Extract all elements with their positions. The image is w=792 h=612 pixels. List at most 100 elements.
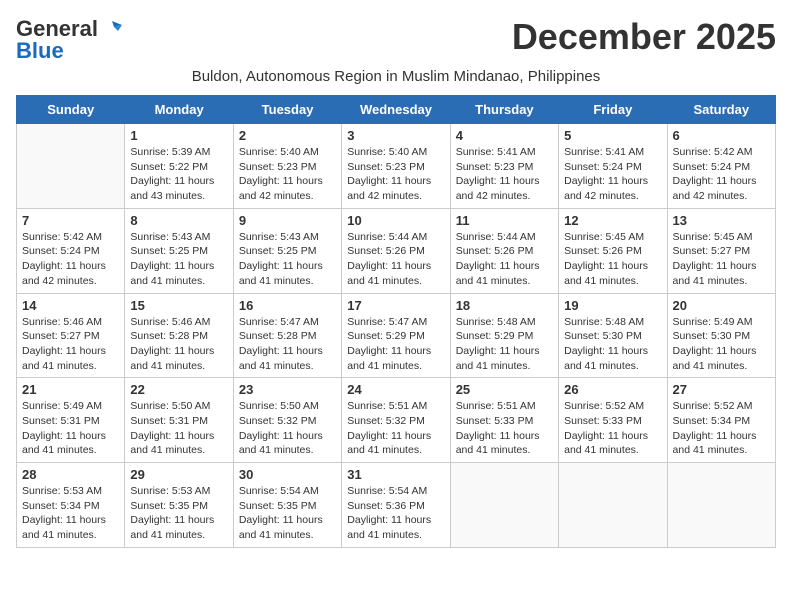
table-row [667,463,775,548]
sunset-text: Sunset: 5:34 PM [22,500,100,512]
sunrise-text: Sunrise: 5:52 AM [564,400,644,412]
sunrise-text: Sunrise: 5:53 AM [22,485,102,497]
daylight-text: Daylight: 11 hours and 41 minutes. [456,345,540,372]
sunset-text: Sunset: 5:26 PM [347,245,425,257]
day-number: 13 [673,213,770,228]
daylight-text: Daylight: 11 hours and 41 minutes. [239,260,323,287]
table-row: 15 Sunrise: 5:46 AM Sunset: 5:28 PM Dayl… [125,293,233,378]
table-row: 17 Sunrise: 5:47 AM Sunset: 5:29 PM Dayl… [342,293,450,378]
table-row: 12 Sunrise: 5:45 AM Sunset: 5:26 PM Dayl… [559,208,667,293]
daylight-text: Daylight: 11 hours and 41 minutes. [22,345,106,372]
header-monday: Monday [125,96,233,124]
day-info: Sunrise: 5:48 AM Sunset: 5:29 PM Dayligh… [456,315,553,374]
daylight-text: Daylight: 11 hours and 41 minutes. [347,514,431,541]
day-info: Sunrise: 5:48 AM Sunset: 5:30 PM Dayligh… [564,315,661,374]
sunset-text: Sunset: 5:27 PM [22,330,100,342]
sunset-text: Sunset: 5:23 PM [456,161,534,173]
table-row: 26 Sunrise: 5:52 AM Sunset: 5:33 PM Dayl… [559,378,667,463]
sunrise-text: Sunrise: 5:41 AM [564,146,644,158]
sunrise-text: Sunrise: 5:46 AM [22,316,102,328]
day-number: 2 [239,128,336,143]
calendar-week-row: 14 Sunrise: 5:46 AM Sunset: 5:27 PM Dayl… [17,293,776,378]
table-row: 21 Sunrise: 5:49 AM Sunset: 5:31 PM Dayl… [17,378,125,463]
header-saturday: Saturday [667,96,775,124]
day-info: Sunrise: 5:51 AM Sunset: 5:33 PM Dayligh… [456,399,553,458]
day-info: Sunrise: 5:42 AM Sunset: 5:24 PM Dayligh… [673,145,770,204]
daylight-text: Daylight: 11 hours and 41 minutes. [347,345,431,372]
sunset-text: Sunset: 5:24 PM [564,161,642,173]
sunset-text: Sunset: 5:28 PM [239,330,317,342]
sunset-text: Sunset: 5:24 PM [673,161,751,173]
table-row: 30 Sunrise: 5:54 AM Sunset: 5:35 PM Dayl… [233,463,341,548]
sunset-text: Sunset: 5:36 PM [347,500,425,512]
day-info: Sunrise: 5:52 AM Sunset: 5:33 PM Dayligh… [564,399,661,458]
table-row: 29 Sunrise: 5:53 AM Sunset: 5:35 PM Dayl… [125,463,233,548]
day-info: Sunrise: 5:44 AM Sunset: 5:26 PM Dayligh… [456,230,553,289]
calendar-week-row: 1 Sunrise: 5:39 AM Sunset: 5:22 PM Dayli… [17,124,776,209]
daylight-text: Daylight: 11 hours and 41 minutes. [130,345,214,372]
day-number: 23 [239,382,336,397]
table-row: 1 Sunrise: 5:39 AM Sunset: 5:22 PM Dayli… [125,124,233,209]
table-row: 7 Sunrise: 5:42 AM Sunset: 5:24 PM Dayli… [17,208,125,293]
day-number: 18 [456,298,553,313]
daylight-text: Daylight: 11 hours and 42 minutes. [347,175,431,202]
page-header: General Blue December 2025 [16,16,776,64]
table-row: 6 Sunrise: 5:42 AM Sunset: 5:24 PM Dayli… [667,124,775,209]
sunset-text: Sunset: 5:28 PM [130,330,208,342]
table-row: 16 Sunrise: 5:47 AM Sunset: 5:28 PM Dayl… [233,293,341,378]
sunrise-text: Sunrise: 5:54 AM [239,485,319,497]
daylight-text: Daylight: 11 hours and 43 minutes. [130,175,214,202]
month-title: December 2025 [512,16,776,58]
day-number: 27 [673,382,770,397]
header-wednesday: Wednesday [342,96,450,124]
daylight-text: Daylight: 11 hours and 41 minutes. [130,260,214,287]
day-number: 15 [130,298,227,313]
day-info: Sunrise: 5:54 AM Sunset: 5:35 PM Dayligh… [239,484,336,543]
sunrise-text: Sunrise: 5:39 AM [130,146,210,158]
daylight-text: Daylight: 11 hours and 41 minutes. [456,430,540,457]
sunset-text: Sunset: 5:25 PM [130,245,208,257]
day-info: Sunrise: 5:41 AM Sunset: 5:23 PM Dayligh… [456,145,553,204]
day-number: 8 [130,213,227,228]
day-info: Sunrise: 5:44 AM Sunset: 5:26 PM Dayligh… [347,230,444,289]
daylight-text: Daylight: 11 hours and 42 minutes. [564,175,648,202]
calendar-subtitle: Buldon, Autonomous Region in Muslim Mind… [16,68,776,85]
sunset-text: Sunset: 5:29 PM [456,330,534,342]
day-number: 28 [22,467,119,482]
day-info: Sunrise: 5:46 AM Sunset: 5:28 PM Dayligh… [130,315,227,374]
day-info: Sunrise: 5:39 AM Sunset: 5:22 PM Dayligh… [130,145,227,204]
table-row [559,463,667,548]
table-row: 5 Sunrise: 5:41 AM Sunset: 5:24 PM Dayli… [559,124,667,209]
day-number: 10 [347,213,444,228]
sunrise-text: Sunrise: 5:54 AM [347,485,427,497]
day-number: 20 [673,298,770,313]
day-info: Sunrise: 5:43 AM Sunset: 5:25 PM Dayligh… [130,230,227,289]
day-number: 31 [347,467,444,482]
daylight-text: Daylight: 11 hours and 42 minutes. [239,175,323,202]
daylight-text: Daylight: 11 hours and 41 minutes. [673,345,757,372]
day-info: Sunrise: 5:40 AM Sunset: 5:23 PM Dayligh… [347,145,444,204]
logo-bird-icon [100,17,122,39]
sunrise-text: Sunrise: 5:45 AM [564,231,644,243]
sunrise-text: Sunrise: 5:42 AM [22,231,102,243]
table-row: 27 Sunrise: 5:52 AM Sunset: 5:34 PM Dayl… [667,378,775,463]
day-info: Sunrise: 5:45 AM Sunset: 5:26 PM Dayligh… [564,230,661,289]
day-info: Sunrise: 5:42 AM Sunset: 5:24 PM Dayligh… [22,230,119,289]
table-row: 18 Sunrise: 5:48 AM Sunset: 5:29 PM Dayl… [450,293,558,378]
sunrise-text: Sunrise: 5:49 AM [673,316,753,328]
day-info: Sunrise: 5:51 AM Sunset: 5:32 PM Dayligh… [347,399,444,458]
sunrise-text: Sunrise: 5:43 AM [130,231,210,243]
daylight-text: Daylight: 11 hours and 41 minutes. [564,345,648,372]
day-number: 19 [564,298,661,313]
sunset-text: Sunset: 5:23 PM [239,161,317,173]
table-row: 19 Sunrise: 5:48 AM Sunset: 5:30 PM Dayl… [559,293,667,378]
daylight-text: Daylight: 11 hours and 41 minutes. [239,345,323,372]
sunset-text: Sunset: 5:31 PM [22,415,100,427]
sunrise-text: Sunrise: 5:40 AM [347,146,427,158]
day-number: 30 [239,467,336,482]
logo: General Blue [16,16,122,64]
sunrise-text: Sunrise: 5:44 AM [456,231,536,243]
sunset-text: Sunset: 5:25 PM [239,245,317,257]
sunrise-text: Sunrise: 5:45 AM [673,231,753,243]
table-row: 25 Sunrise: 5:51 AM Sunset: 5:33 PM Dayl… [450,378,558,463]
